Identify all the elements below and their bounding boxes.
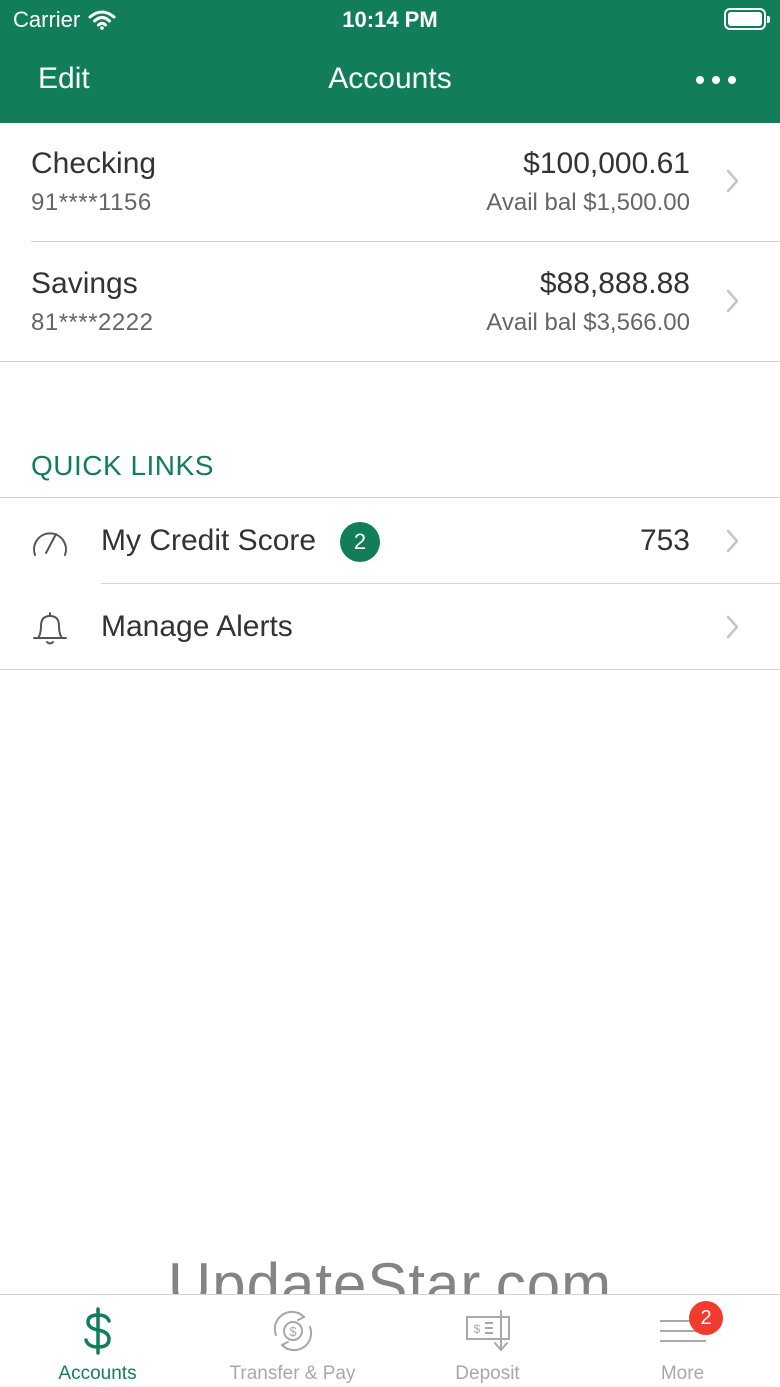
ellipsis-icon xyxy=(696,76,704,84)
chevron-right-icon xyxy=(726,529,739,553)
svg-text:$: $ xyxy=(473,1322,480,1336)
edit-button[interactable]: Edit xyxy=(38,62,90,96)
quick-link-manage-alerts[interactable]: Manage Alerts xyxy=(0,584,780,670)
account-row-savings[interactable]: Savings 81****2222 $88,888.88 Avail bal … xyxy=(0,243,780,363)
notification-badge: 2 xyxy=(340,522,380,562)
quick-link-credit-score[interactable]: My Credit Score 2 753 xyxy=(0,498,780,584)
account-number: 81****2222 xyxy=(31,309,154,336)
quick-links-heading: QUICK LINKS xyxy=(31,450,214,481)
credit-score-label: My Credit Score xyxy=(101,524,317,557)
notification-badge: 2 xyxy=(689,1301,723,1335)
transfer-icon: $ xyxy=(273,1310,312,1352)
battery-icon xyxy=(724,8,770,30)
divider xyxy=(0,669,780,670)
tab-accounts[interactable]: Accounts xyxy=(0,1295,195,1387)
bell-icon xyxy=(33,612,67,645)
account-name: Checking xyxy=(31,147,157,180)
tab-label: Deposit xyxy=(455,1363,520,1384)
status-time: 10:14 PM xyxy=(342,7,438,32)
speedometer-icon xyxy=(33,532,67,556)
page-title: Accounts xyxy=(328,62,452,95)
tab-label: More xyxy=(660,1363,705,1384)
tab-deposit[interactable]: $ Deposit xyxy=(390,1295,585,1387)
divider xyxy=(31,241,780,242)
account-number: 91****1156 xyxy=(31,189,152,216)
available-balance: Avail bal $3,566.00 xyxy=(486,309,690,336)
check-deposit-icon: $ xyxy=(465,1310,510,1351)
credit-score-value: 753 xyxy=(639,524,690,557)
account-balance: $88,888.88 xyxy=(539,267,690,300)
chevron-right-icon xyxy=(726,615,739,639)
available-balance: Avail bal $1,500.00 xyxy=(486,189,690,216)
app-header: Carrier 10:14 PM Edit Accounts xyxy=(0,0,780,123)
status-bar: Carrier 10:14 PM xyxy=(0,0,780,40)
more-options-button[interactable] xyxy=(696,70,736,90)
chevron-right-icon xyxy=(726,169,739,193)
svg-text:$: $ xyxy=(289,1324,297,1339)
account-name: Savings xyxy=(31,267,138,300)
tab-transfer-pay[interactable]: $ Transfer & Pay xyxy=(195,1295,390,1387)
tab-label: Transfer & Pay xyxy=(229,1363,356,1384)
account-row-checking[interactable]: Checking 91****1156 $100,000.61 Avail ba… xyxy=(0,123,780,243)
chevron-right-icon xyxy=(726,289,739,313)
divider xyxy=(0,361,780,362)
manage-alerts-label: Manage Alerts xyxy=(101,610,293,643)
tab-more[interactable]: 2 More xyxy=(585,1295,780,1387)
tab-bar: Accounts $ Transfer & Pay $ Deposit 2 Mo… xyxy=(0,1294,780,1387)
dollar-icon xyxy=(83,1307,111,1355)
account-balance: $100,000.61 xyxy=(523,147,690,180)
tab-label: Accounts xyxy=(58,1363,137,1384)
